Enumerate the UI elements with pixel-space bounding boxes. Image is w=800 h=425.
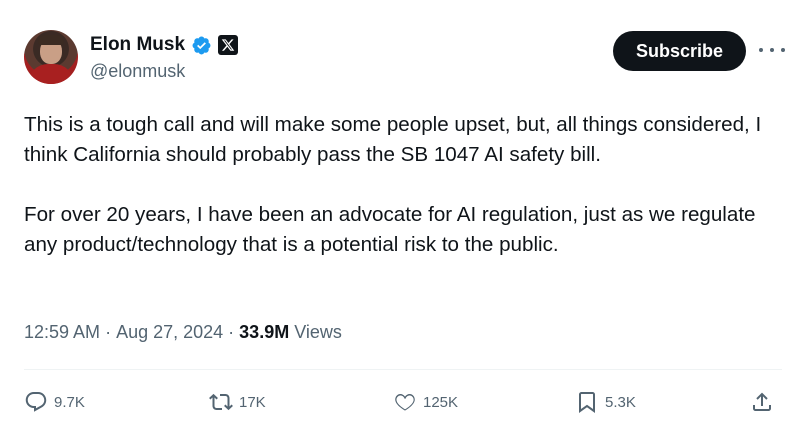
retweet-icon (209, 393, 233, 411)
meta-separator: · (105, 322, 112, 342)
tweet-header: Elon Musk @elonmusk Subscribe (24, 28, 785, 88)
share-icon (753, 392, 771, 411)
share-button[interactable] (750, 388, 774, 416)
retweet-count: 17K (239, 393, 266, 411)
tweet-paragraph: This is a tough call and will make some … (24, 113, 762, 166)
tweet-text: This is a tough call and will make some … (24, 110, 784, 260)
verified-badge-icon (192, 36, 211, 54)
tweet-paragraph: For over 20 years, I have been an advoca… (24, 203, 756, 256)
like-button[interactable]: 125K (393, 388, 458, 416)
x-logo-icon[interactable] (218, 35, 239, 55)
divider (24, 369, 782, 370)
display-name[interactable]: Elon Musk (90, 34, 185, 56)
avatar-suit (28, 64, 74, 84)
name-row: Elon Musk (90, 32, 239, 58)
more-dot (759, 48, 763, 52)
tweet-meta: 12:59 AM · Aug 27, 2024 · 33.9M Views (24, 322, 342, 343)
views-label: Views (294, 322, 342, 342)
subscribe-button[interactable]: Subscribe (613, 31, 746, 71)
more-dot (781, 48, 785, 52)
reply-icon (25, 392, 47, 412)
reply-count: 9.7K (54, 393, 85, 411)
retweet-button[interactable]: 17K (209, 388, 266, 416)
handle[interactable]: @elonmusk (90, 61, 185, 82)
tweet-time[interactable]: 12:59 AM (24, 322, 100, 343)
like-count: 125K (423, 393, 459, 411)
avatar[interactable] (24, 30, 78, 84)
more-horizontal-icon[interactable] (759, 40, 785, 60)
bookmark-button[interactable]: 5.3K (575, 388, 636, 416)
bookmark-count: 5.3K (605, 393, 636, 411)
action-bar: 9.7K 17K 125K 5.3K (24, 388, 782, 418)
reply-button[interactable]: 9.7K (24, 388, 85, 416)
tweet-date[interactable]: Aug 27, 2024 (116, 322, 223, 343)
more-dot (770, 48, 774, 52)
bookmark-icon (579, 392, 595, 413)
views-count: 33.9M (239, 322, 290, 342)
heart-icon (395, 393, 415, 411)
avatar-hair (38, 35, 64, 45)
meta-separator: · (228, 322, 235, 342)
